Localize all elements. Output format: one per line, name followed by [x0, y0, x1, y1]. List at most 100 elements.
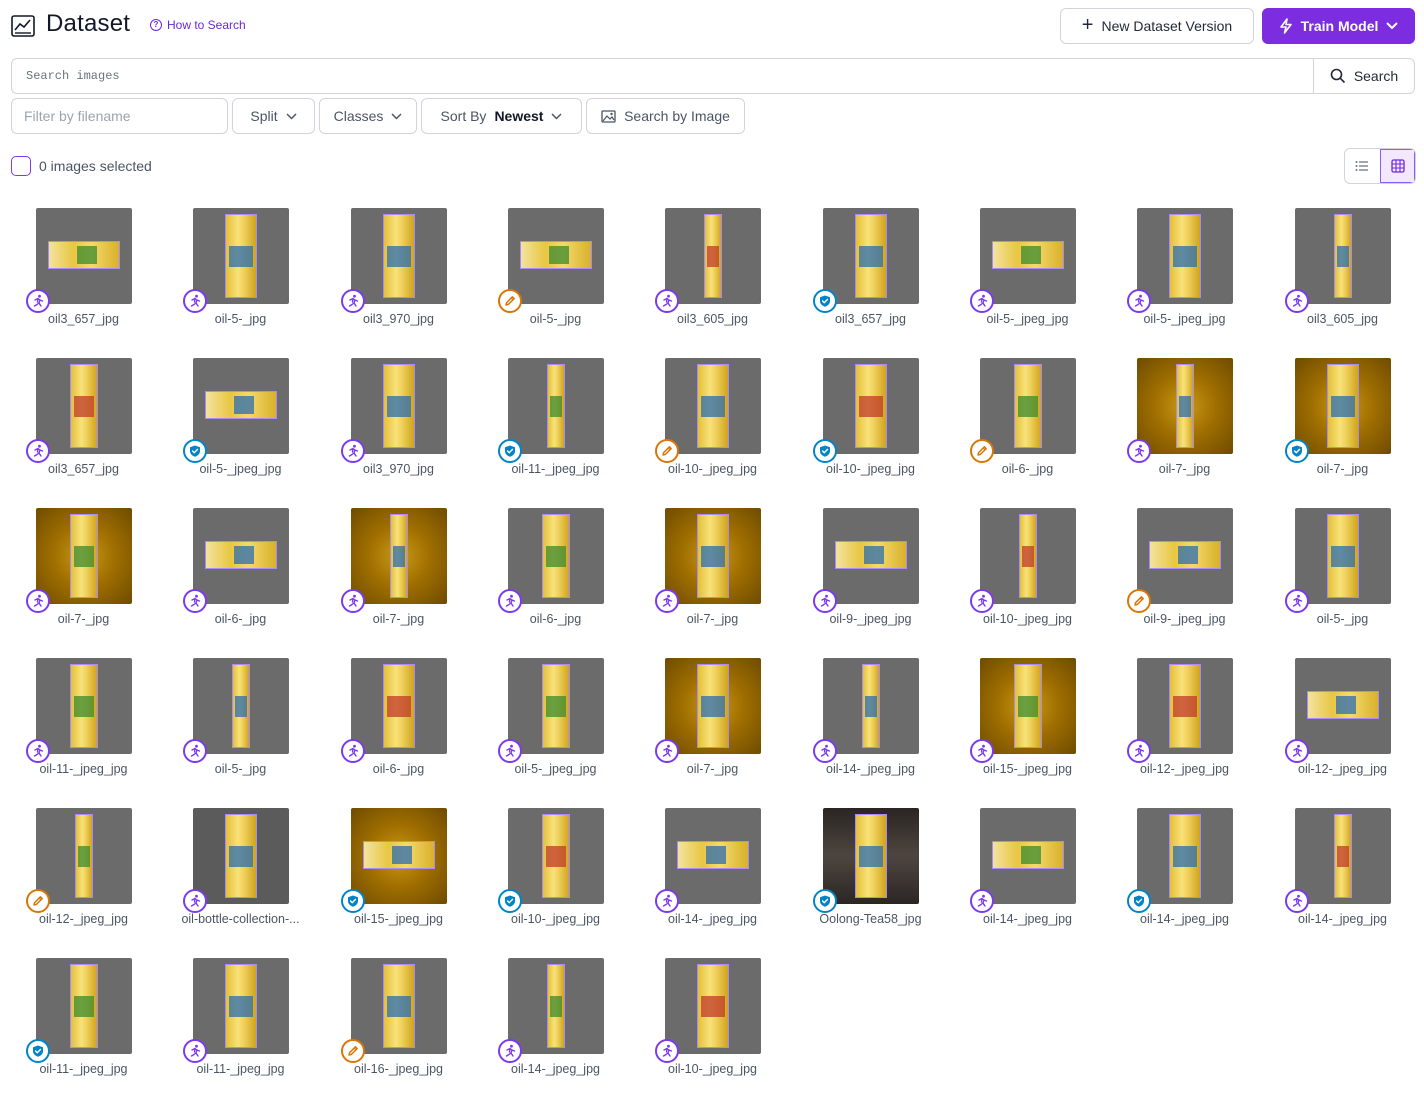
image-card[interactable]: oil3_970_jpg: [320, 358, 477, 488]
image-thumbnail[interactable]: [508, 508, 604, 604]
image-thumbnail[interactable]: [823, 208, 919, 304]
image-card[interactable]: oil3_657_jpg: [5, 208, 162, 338]
image-thumbnail[interactable]: [36, 358, 132, 454]
image-thumbnail[interactable]: [193, 208, 289, 304]
image-card[interactable]: oil3_657_jpg: [792, 208, 949, 338]
image-thumbnail[interactable]: [665, 658, 761, 754]
image-card[interactable]: oil-6-_jpg: [477, 508, 634, 638]
image-card[interactable]: oil-10-_jpeg_jpg: [634, 958, 791, 1088]
image-card[interactable]: oil3_657_jpg: [5, 358, 162, 488]
image-card[interactable]: oil-6-_jpg: [949, 358, 1106, 488]
image-card[interactable]: oil-10-_jpeg_jpg: [792, 358, 949, 488]
image-thumbnail[interactable]: [823, 508, 919, 604]
image-thumbnail[interactable]: [1137, 508, 1233, 604]
image-card[interactable]: oil-11-_jpeg_jpg: [162, 958, 319, 1088]
image-thumbnail[interactable]: [36, 808, 132, 904]
image-card[interactable]: oil3_970_jpg: [320, 208, 477, 338]
image-card[interactable]: oil-16-_jpeg_jpg: [320, 958, 477, 1088]
image-card[interactable]: oil-14-_jpeg_jpg: [477, 958, 634, 1088]
image-thumbnail[interactable]: [1137, 658, 1233, 754]
image-thumbnail[interactable]: [36, 958, 132, 1054]
image-thumbnail[interactable]: [351, 208, 447, 304]
image-card[interactable]: oil-14-_jpeg_jpg: [792, 658, 949, 788]
image-thumbnail[interactable]: [665, 508, 761, 604]
image-thumbnail[interactable]: [36, 658, 132, 754]
image-card[interactable]: oil-12-_jpeg_jpg: [1264, 658, 1421, 788]
image-thumbnail[interactable]: [980, 658, 1076, 754]
image-thumbnail[interactable]: [508, 358, 604, 454]
image-thumbnail[interactable]: [980, 208, 1076, 304]
image-card[interactable]: oil-11-_jpeg_jpg: [5, 658, 162, 788]
image-thumbnail[interactable]: [193, 958, 289, 1054]
image-card[interactable]: oil-7-_jpg: [5, 508, 162, 638]
image-card[interactable]: oil-5-_jpg: [1264, 508, 1421, 638]
image-thumbnail[interactable]: [665, 358, 761, 454]
image-thumbnail[interactable]: [508, 208, 604, 304]
image-thumbnail[interactable]: [36, 208, 132, 304]
image-card[interactable]: oil-6-_jpg: [320, 658, 477, 788]
image-thumbnail[interactable]: [665, 208, 761, 304]
image-thumbnail[interactable]: [193, 358, 289, 454]
image-thumbnail[interactable]: [351, 808, 447, 904]
image-card[interactable]: oil-15-_jpeg_jpg: [949, 658, 1106, 788]
image-card[interactable]: oil-10-_jpeg_jpg: [477, 808, 634, 938]
image-card[interactable]: oil-5-_jpg: [162, 658, 319, 788]
image-thumbnail[interactable]: [665, 958, 761, 1054]
image-thumbnail[interactable]: [1295, 208, 1391, 304]
image-card[interactable]: oil-bottle-collection-...: [162, 808, 319, 938]
image-thumbnail[interactable]: [193, 658, 289, 754]
image-thumbnail[interactable]: [351, 358, 447, 454]
image-card[interactable]: oil-11-_jpeg_jpg: [5, 958, 162, 1088]
image-thumbnail[interactable]: [1137, 808, 1233, 904]
image-card[interactable]: oil-14-_jpeg_jpg: [634, 808, 791, 938]
image-card[interactable]: oil-5-_jpg: [477, 208, 634, 338]
image-thumbnail[interactable]: [36, 508, 132, 604]
image-card[interactable]: oil3_605_jpg: [1264, 208, 1421, 338]
image-card[interactable]: oil-14-_jpeg_jpg: [1106, 808, 1263, 938]
image-thumbnail[interactable]: [665, 808, 761, 904]
image-card[interactable]: oil-15-_jpeg_jpg: [320, 808, 477, 938]
image-card[interactable]: oil-12-_jpeg_jpg: [5, 808, 162, 938]
image-thumbnail[interactable]: [980, 808, 1076, 904]
image-card[interactable]: oil-5-_jpeg_jpg: [162, 358, 319, 488]
image-card[interactable]: oil-5-_jpeg_jpg: [1106, 208, 1263, 338]
image-thumbnail[interactable]: [1137, 358, 1233, 454]
image-thumbnail[interactable]: [351, 658, 447, 754]
image-card[interactable]: oil3_605_jpg: [634, 208, 791, 338]
image-card[interactable]: oil-9-_jpeg_jpg: [1106, 508, 1263, 638]
image-card[interactable]: oil-12-_jpeg_jpg: [1106, 658, 1263, 788]
image-card[interactable]: oil-5-_jpeg_jpg: [949, 208, 1106, 338]
image-card[interactable]: oil-11-_jpeg_jpg: [477, 358, 634, 488]
image-thumbnail[interactable]: [508, 658, 604, 754]
image-thumbnail[interactable]: [508, 958, 604, 1054]
image-card[interactable]: oil-14-_jpeg_jpg: [949, 808, 1106, 938]
image-thumbnail[interactable]: [980, 358, 1076, 454]
image-thumbnail[interactable]: [1295, 808, 1391, 904]
image-thumbnail[interactable]: [508, 808, 604, 904]
image-thumbnail[interactable]: [351, 958, 447, 1054]
image-thumbnail[interactable]: [823, 358, 919, 454]
image-card[interactable]: oil-7-_jpg: [1264, 358, 1421, 488]
image-thumbnail[interactable]: [351, 508, 447, 604]
image-card[interactable]: oil-14-_jpeg_jpg: [1264, 808, 1421, 938]
image-card[interactable]: oil-5-_jpg: [162, 208, 319, 338]
image-card[interactable]: oil-7-_jpg: [634, 658, 791, 788]
image-card[interactable]: oil-10-_jpeg_jpg: [634, 358, 791, 488]
image-card[interactable]: oil-10-_jpeg_jpg: [949, 508, 1106, 638]
image-card[interactable]: oil-5-_jpeg_jpg: [477, 658, 634, 788]
image-card[interactable]: Oolong-Tea58_jpg: [792, 808, 949, 938]
image-thumbnail[interactable]: [980, 508, 1076, 604]
image-thumbnail[interactable]: [1137, 208, 1233, 304]
image-thumbnail[interactable]: [1295, 358, 1391, 454]
image-thumbnail[interactable]: [193, 808, 289, 904]
image-thumbnail[interactable]: [1295, 658, 1391, 754]
image-card[interactable]: oil-6-_jpg: [162, 508, 319, 638]
image-thumbnail[interactable]: [1295, 508, 1391, 604]
image-card[interactable]: oil-7-_jpg: [1106, 358, 1263, 488]
image-thumbnail[interactable]: [193, 508, 289, 604]
image-card[interactable]: oil-7-_jpg: [320, 508, 477, 638]
image-thumbnail[interactable]: [823, 808, 919, 904]
image-thumbnail[interactable]: [823, 658, 919, 754]
image-card[interactable]: oil-9-_jpeg_jpg: [792, 508, 949, 638]
image-card[interactable]: oil-7-_jpg: [634, 508, 791, 638]
